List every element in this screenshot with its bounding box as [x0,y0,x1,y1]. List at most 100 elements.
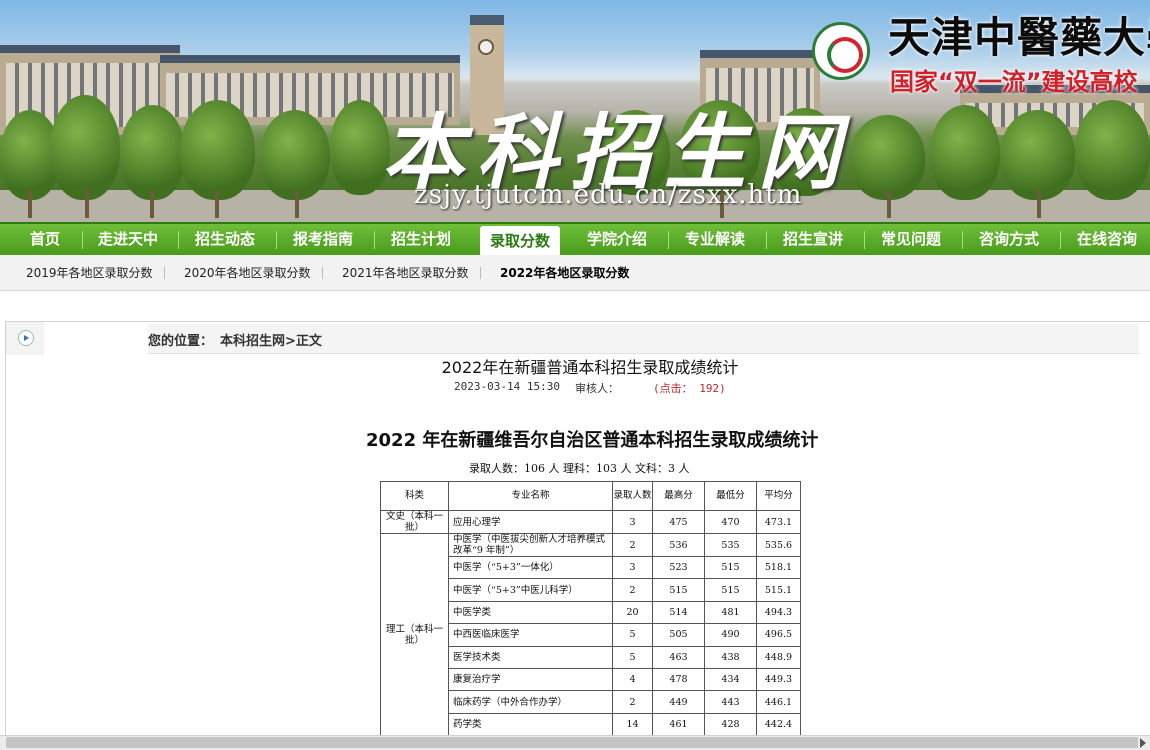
article-reviewer: 审核人： [575,382,619,395]
major-cell: 中医学（“5+3”中医儿科学） [448,578,613,602]
tree [50,95,120,200]
admitted-cell: 5 [612,623,653,647]
avg-score-cell: 535.6 [756,533,801,557]
admitted-cell: 4 [612,667,653,692]
nav-item-promotion[interactable]: 招生宣讲 [773,224,853,255]
major-cell: 中医学（中医拔尖创新人才培养模式改革“9 年制”） [448,533,613,557]
breadcrumb[interactable]: 本科招生网>正文 [220,330,322,349]
major-cell: 中医学（“5+3”一体化） [448,555,613,580]
tree [120,105,185,200]
admitted-cell: 14 [612,712,653,737]
arrow-right-circle-icon[interactable] [18,330,34,346]
max-score-cell: 463 [652,645,705,669]
scroll-right-arrow-icon[interactable] [1140,738,1146,748]
header-min-score: 最低分 [704,481,757,511]
tree [850,115,925,200]
avg-score-cell: 442.4 [756,712,801,737]
sub-nav: 2019年各地区录取分数 2020年各地区录取分数 2021年各地区录取分数 2… [0,255,1150,291]
university-seal-icon [812,22,870,80]
avg-score-cell: 473.1 [756,510,801,534]
university-slogan: 国家“双一流”建设高校 [890,68,1138,96]
nav-item-colleges[interactable]: 学院介绍 [577,224,657,255]
nav-item-majors[interactable]: 专业解读 [675,224,755,255]
article-clicks: (点击： 192) [653,382,726,395]
max-score-cell: 536 [652,533,705,557]
admitted-cell: 2 [612,690,653,714]
avg-score-cell: 515.1 [756,578,801,602]
breadcrumb-label: 您的位置： [148,334,214,349]
nav-item-faq[interactable]: 常见问题 [871,224,951,255]
admitted-cell: 20 [612,600,653,625]
category-cell: 文史（本科一批） [380,510,449,534]
major-cell: 康复治疗学 [448,667,613,692]
header-max-score: 最高分 [652,481,705,511]
nav-item-contact[interactable]: 咨询方式 [969,224,1049,255]
max-score-cell: 515 [652,578,705,602]
admitted-cell: 3 [612,555,653,580]
avg-score-cell: 449.3 [756,667,801,692]
major-cell: 应用心理学 [448,510,613,534]
avg-score-cell: 448.9 [756,645,801,669]
score-table: 科类 专业名称 录取人数 最高分 最低分 平均分 文史（本科一批） 应用心理学 3 4… [380,481,801,737]
max-score-cell: 461 [652,712,705,737]
avg-score-cell: 494.3 [756,600,801,625]
admitted-cell: 2 [612,578,653,602]
subnav-item-2021[interactable]: 2021年各地区录取分数 [342,255,469,291]
clock-icon [478,39,494,55]
major-cell: 临床药学（中外合作办学） [448,690,613,714]
admitted-cell: 3 [612,510,653,534]
scrollbar-thumb[interactable] [6,737,1138,748]
major-cell: 中医学类 [448,600,613,625]
table-row: 文史（本科一批） 应用心理学 3 475 470 473.1 [380,510,801,534]
min-score-cell: 535 [704,533,757,557]
major-cell: 医学技术类 [448,645,613,669]
min-score-cell: 443 [704,690,757,714]
min-score-cell: 515 [704,578,757,602]
min-score-cell: 490 [704,623,757,647]
avg-score-cell: 446.1 [756,690,801,714]
document-title: 2022 年在新疆维吾尔自治区普通本科招生录取成绩统计 [366,430,819,451]
subnav-item-2020[interactable]: 2020年各地区录取分数 [184,255,311,291]
nav-item-guide[interactable]: 报考指南 [283,224,363,255]
university-name: 天津中醫藥大學 [888,13,1150,62]
article-title: 2022年在新疆普通本科招生录取成绩统计 [441,358,739,377]
min-score-cell: 434 [704,667,757,692]
nav-item-news[interactable]: 招生动态 [185,224,265,255]
avg-score-cell: 496.5 [756,623,801,647]
max-score-cell: 449 [652,690,705,714]
avg-score-cell: 518.1 [756,555,801,580]
max-score-cell: 478 [652,667,705,692]
min-score-cell: 470 [704,510,757,534]
header-major: 专业名称 [448,481,613,511]
article-date: 2023-03-14 15:30 [454,380,560,393]
min-score-cell: 438 [704,645,757,669]
main-nav: 首页 走进天中 招生动态 报考指南 招生计划 录取分数 学院介绍 专业解读 招生… [0,222,1150,259]
min-score-cell: 515 [704,555,757,580]
subnav-item-2019[interactable]: 2019年各地区录取分数 [26,255,153,291]
tree [330,100,390,195]
major-cell: 中西医临床医学 [448,623,613,647]
max-score-cell: 523 [652,555,705,580]
header-admitted: 录取人数 [612,481,653,511]
tree [180,100,255,200]
table-header-row: 科类 专业名称 录取人数 最高分 最低分 平均分 [380,481,801,511]
max-score-cell: 514 [652,600,705,625]
min-score-cell: 481 [704,600,757,625]
nav-item-online-consult[interactable]: 在线咨询 [1067,224,1147,255]
category-cell: 理工（本科一批） [380,532,449,737]
table-row: 理工（本科一批） 中医学（中医拔尖创新人才培养模式改革“9 年制”） 2 536 535… [380,532,801,737]
header-category: 科类 [380,481,449,511]
header-avg-score: 平均分 [756,481,801,511]
tree [930,105,1000,200]
site-url: zsjy.tjutcm.edu.cn/zsxx.htm [414,180,803,210]
nav-item-about[interactable]: 走进天中 [88,224,168,255]
admitted-cell: 2 [612,533,653,557]
subnav-item-2022[interactable]: 2022年各地区录取分数 [500,255,629,291]
tree [1000,110,1075,200]
tree [1075,100,1150,200]
nav-item-plan[interactable]: 招生计划 [381,224,461,255]
admitted-cell: 5 [612,645,653,669]
tree [260,110,330,200]
document-summary: 录取人数：106 人 理科：103 人 文科：3 人 [469,462,690,475]
nav-item-home[interactable]: 首页 [10,224,80,255]
